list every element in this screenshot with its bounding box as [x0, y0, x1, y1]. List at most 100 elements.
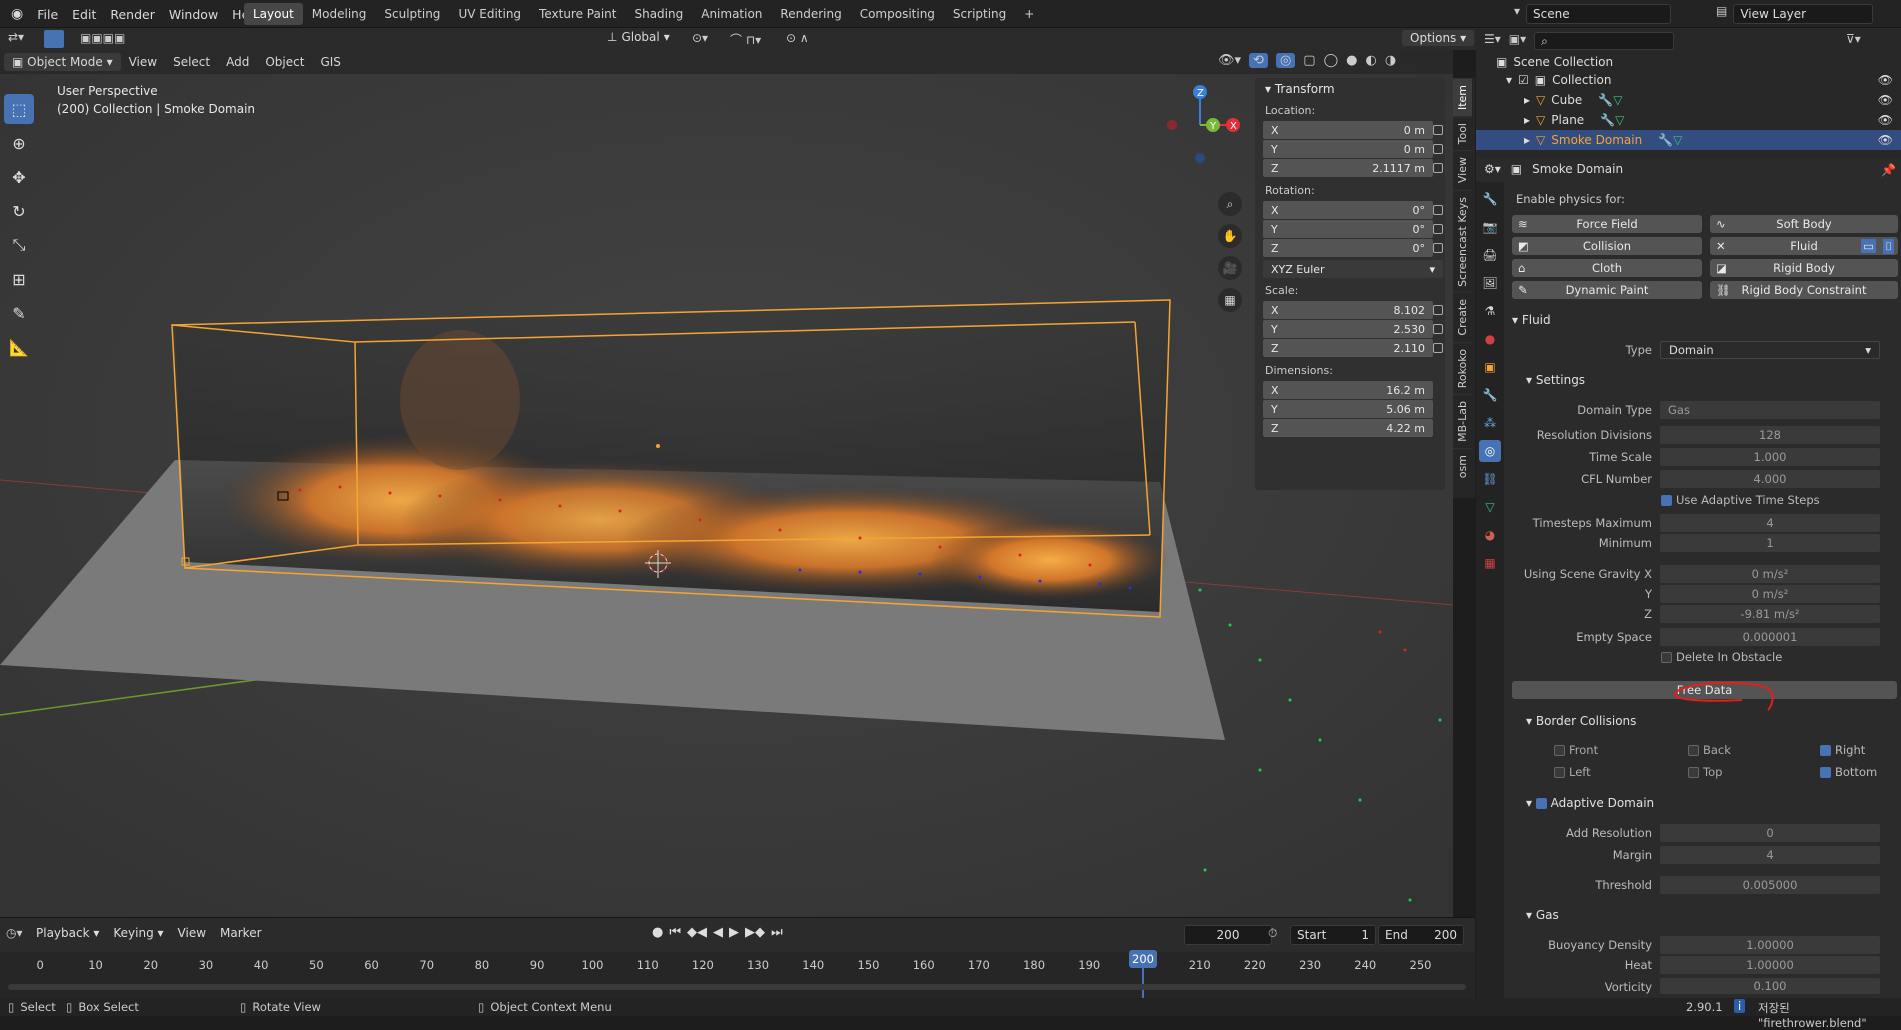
threshold-field[interactable]: 0.005000: [1660, 876, 1880, 894]
select-box-tool-icon[interactable]: ⬚: [4, 94, 34, 124]
menu-render[interactable]: Render: [103, 4, 162, 25]
fluid-button[interactable]: ✕ Fluid ▭ ⌷: [1710, 237, 1898, 255]
world-props-icon[interactable]: ●: [1479, 328, 1501, 350]
rotate-tool-icon[interactable]: ↻: [4, 196, 34, 226]
cloth-button[interactable]: ⌂ Cloth: [1512, 259, 1702, 277]
add-resolution-field[interactable]: 0: [1660, 824, 1880, 842]
tab-modeling[interactable]: Modeling: [303, 3, 376, 25]
scale-tool-icon[interactable]: ⤡: [4, 230, 34, 260]
tab-tool[interactable]: Tool: [1453, 116, 1472, 151]
border-front-checkbox[interactable]: [1554, 745, 1565, 756]
tab-animation[interactable]: Animation: [692, 3, 771, 25]
start-frame-field[interactable]: Start 1: [1290, 925, 1376, 945]
scene-props-icon[interactable]: ⚗: [1479, 300, 1501, 322]
lock-icon[interactable]: [1433, 343, 1443, 353]
soft-body-button[interactable]: ∿ Soft Body: [1710, 215, 1898, 233]
menu-select[interactable]: Select: [165, 53, 218, 71]
tab-osm[interactable]: osm: [1453, 448, 1472, 485]
eye-icon[interactable]: 👁: [1878, 113, 1893, 127]
ortho-grid-icon[interactable]: ▦: [1218, 288, 1242, 312]
lock-icon[interactable]: [1433, 243, 1443, 253]
timeline-editor-icon[interactable]: ◷▾: [6, 926, 23, 940]
material-props-icon[interactable]: ◕: [1479, 524, 1501, 546]
constraints-props-icon[interactable]: ⛓: [1479, 468, 1501, 490]
add-workspace-icon[interactable]: +: [1015, 3, 1043, 25]
rotation-mode-dropdown[interactable]: XYZ Euler ▾: [1263, 260, 1443, 278]
outliner-item-smoke-domain[interactable]: ▸ ▽ Smoke Domain 🔧 ▽ 👁: [1476, 130, 1901, 150]
menu-edit[interactable]: Edit: [65, 4, 103, 25]
expand-icon[interactable]: ▸: [1524, 113, 1530, 127]
empty-space-field[interactable]: 0.000001: [1660, 628, 1880, 646]
shading-solid-icon[interactable]: ●: [1346, 53, 1357, 68]
buoyancy-density-field[interactable]: 1.00000: [1660, 936, 1880, 954]
scale-y-field[interactable]: Y 2.530: [1263, 320, 1433, 338]
tab-compositing[interactable]: Compositing: [851, 3, 944, 25]
expand-icon[interactable]: ▸: [1524, 133, 1530, 147]
camera-view-icon[interactable]: 🎥: [1218, 256, 1242, 280]
tab-rokoko[interactable]: Rokoko: [1453, 341, 1472, 395]
pin-icon[interactable]: 📌: [1881, 163, 1896, 177]
timeline-view-menu[interactable]: View: [178, 926, 206, 940]
menu-gis[interactable]: GIS: [312, 53, 348, 71]
heat-field[interactable]: 1.00000: [1660, 956, 1880, 974]
tab-shading[interactable]: Shading: [625, 3, 692, 25]
object-props-icon[interactable]: ▣: [1479, 356, 1501, 378]
eye-icon[interactable]: 👁: [1878, 93, 1893, 107]
outliner-search-input[interactable]: ⌕: [1534, 32, 1675, 50]
display-mode-icon[interactable]: ▣▾: [1509, 32, 1526, 50]
blender-logo-icon[interactable]: ◉: [4, 3, 30, 25]
lock-icon[interactable]: [1433, 305, 1443, 315]
shading-wireframe-icon[interactable]: ◯: [1324, 53, 1339, 68]
options-dropdown[interactable]: Options ▾: [1402, 30, 1475, 46]
move-tool-icon[interactable]: ✥: [4, 162, 34, 192]
prev-keyframe-icon[interactable]: ◆◀: [687, 925, 707, 940]
location-x-field[interactable]: X 0 m: [1263, 121, 1433, 139]
editor-type-icon[interactable]: ☰▾: [1484, 32, 1501, 50]
view-layer-field[interactable]: View Layer: [1733, 4, 1874, 24]
record-icon[interactable]: ●: [652, 925, 663, 940]
modifier-props-icon[interactable]: 🔧: [1479, 384, 1501, 406]
outliner-item-cube[interactable]: ▸ ▽ Cube 🔧 ▽ 👁: [1476, 90, 1901, 110]
overlay-toggle-icon[interactable]: ◎: [1275, 53, 1296, 68]
keying-menu[interactable]: Keying ▾: [113, 926, 163, 940]
rotation-y-field[interactable]: Y 0°: [1263, 220, 1433, 238]
gizmo-toggle-icon[interactable]: ⟲: [1249, 53, 1268, 68]
data-props-icon[interactable]: ▽: [1479, 496, 1501, 518]
tab-create[interactable]: Create: [1453, 292, 1472, 342]
render-camera-icon[interactable]: ⌷: [1883, 238, 1894, 254]
gravity-y-field[interactable]: 0 m/s²: [1660, 585, 1880, 603]
transform-panel-title[interactable]: ▾ Transform: [1265, 82, 1335, 96]
gravity-x-field[interactable]: 0 m/s²: [1660, 565, 1880, 583]
adaptive-domain-header[interactable]: ▾ Adaptive Domain: [1526, 796, 1654, 810]
viewport-display-icon[interactable]: ▭: [1861, 239, 1876, 253]
settings-section-header[interactable]: ▾ Settings: [1526, 373, 1585, 387]
output-props-icon[interactable]: 🖨: [1479, 244, 1501, 266]
pan-hand-icon[interactable]: ✋: [1218, 224, 1242, 248]
measure-tool-icon[interactable]: 📐: [4, 332, 34, 362]
transform-pivot-icon[interactable]: ⇄▾: [8, 30, 24, 44]
lock-icon[interactable]: [1433, 144, 1443, 154]
snap-icon[interactable]: ⌒ ⊓▾: [730, 31, 761, 48]
rotation-z-field[interactable]: Z 0°: [1263, 239, 1433, 257]
outliner-scene-collection[interactable]: ▣ Scene Collection: [1476, 52, 1901, 72]
visibility-icon[interactable]: 👁▾: [1218, 53, 1241, 68]
shading-rendered-icon[interactable]: ◑: [1385, 53, 1396, 68]
tab-mb-lab[interactable]: MB-Lab: [1453, 394, 1472, 449]
dimensions-x-field[interactable]: X 16.2 m: [1263, 381, 1433, 399]
dimensions-z-field[interactable]: Z 4.22 m: [1263, 419, 1433, 437]
fluid-type-dropdown[interactable]: Domain ▾: [1660, 341, 1880, 359]
gravity-z-field[interactable]: -9.81 m/s²: [1660, 605, 1880, 623]
filter-icon[interactable]: ⊽▾: [1846, 32, 1861, 46]
margin-field[interactable]: 4: [1660, 846, 1880, 864]
domain-type-dropdown[interactable]: Gas: [1660, 401, 1880, 419]
border-right-checkbox[interactable]: [1820, 745, 1831, 756]
editor-type-icon[interactable]: ⚙▾: [1484, 162, 1501, 176]
time-scale-field[interactable]: 1.000: [1660, 448, 1880, 466]
current-frame-field[interactable]: 200: [1184, 925, 1272, 945]
physics-props-icon[interactable]: ◎: [1479, 440, 1501, 462]
particles-props-icon[interactable]: ⁂: [1479, 412, 1501, 434]
force-field-button[interactable]: ≋ Force Field: [1512, 215, 1702, 233]
view-layer-props-icon[interactable]: 🖼: [1479, 272, 1501, 294]
annotate-tool-icon[interactable]: ✎: [4, 298, 34, 328]
tab-screencast-keys[interactable]: Screencast Keys: [1453, 189, 1472, 293]
